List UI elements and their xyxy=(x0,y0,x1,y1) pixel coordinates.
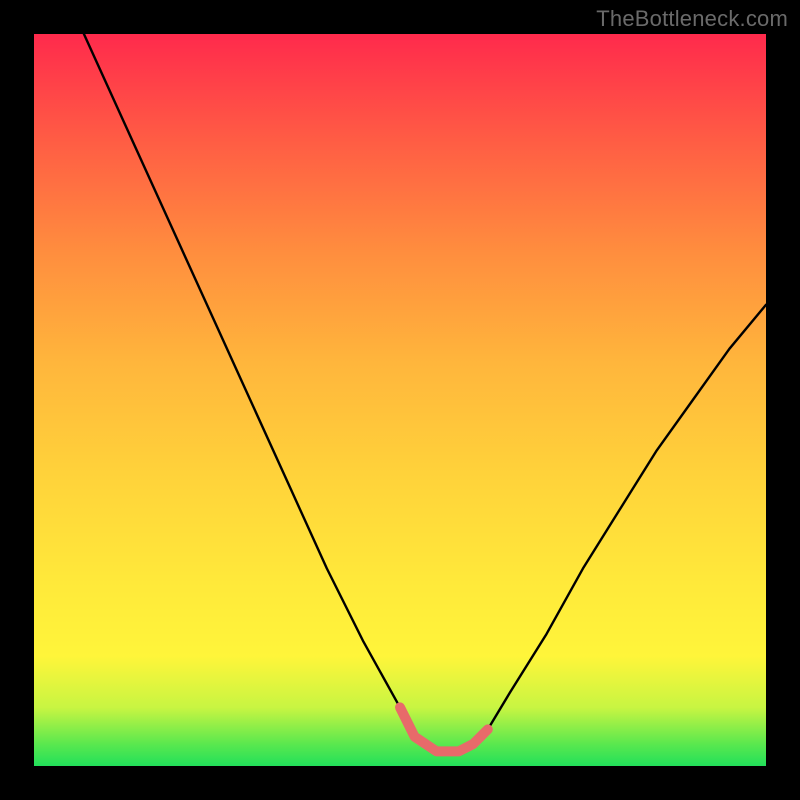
bottleneck-curve xyxy=(34,34,766,751)
chart-frame: TheBottleneck.com xyxy=(0,0,800,800)
watermark-text: TheBottleneck.com xyxy=(596,6,788,32)
curve-layer xyxy=(34,34,766,766)
plot-area xyxy=(34,34,766,766)
bottleneck-highlight xyxy=(400,707,488,751)
